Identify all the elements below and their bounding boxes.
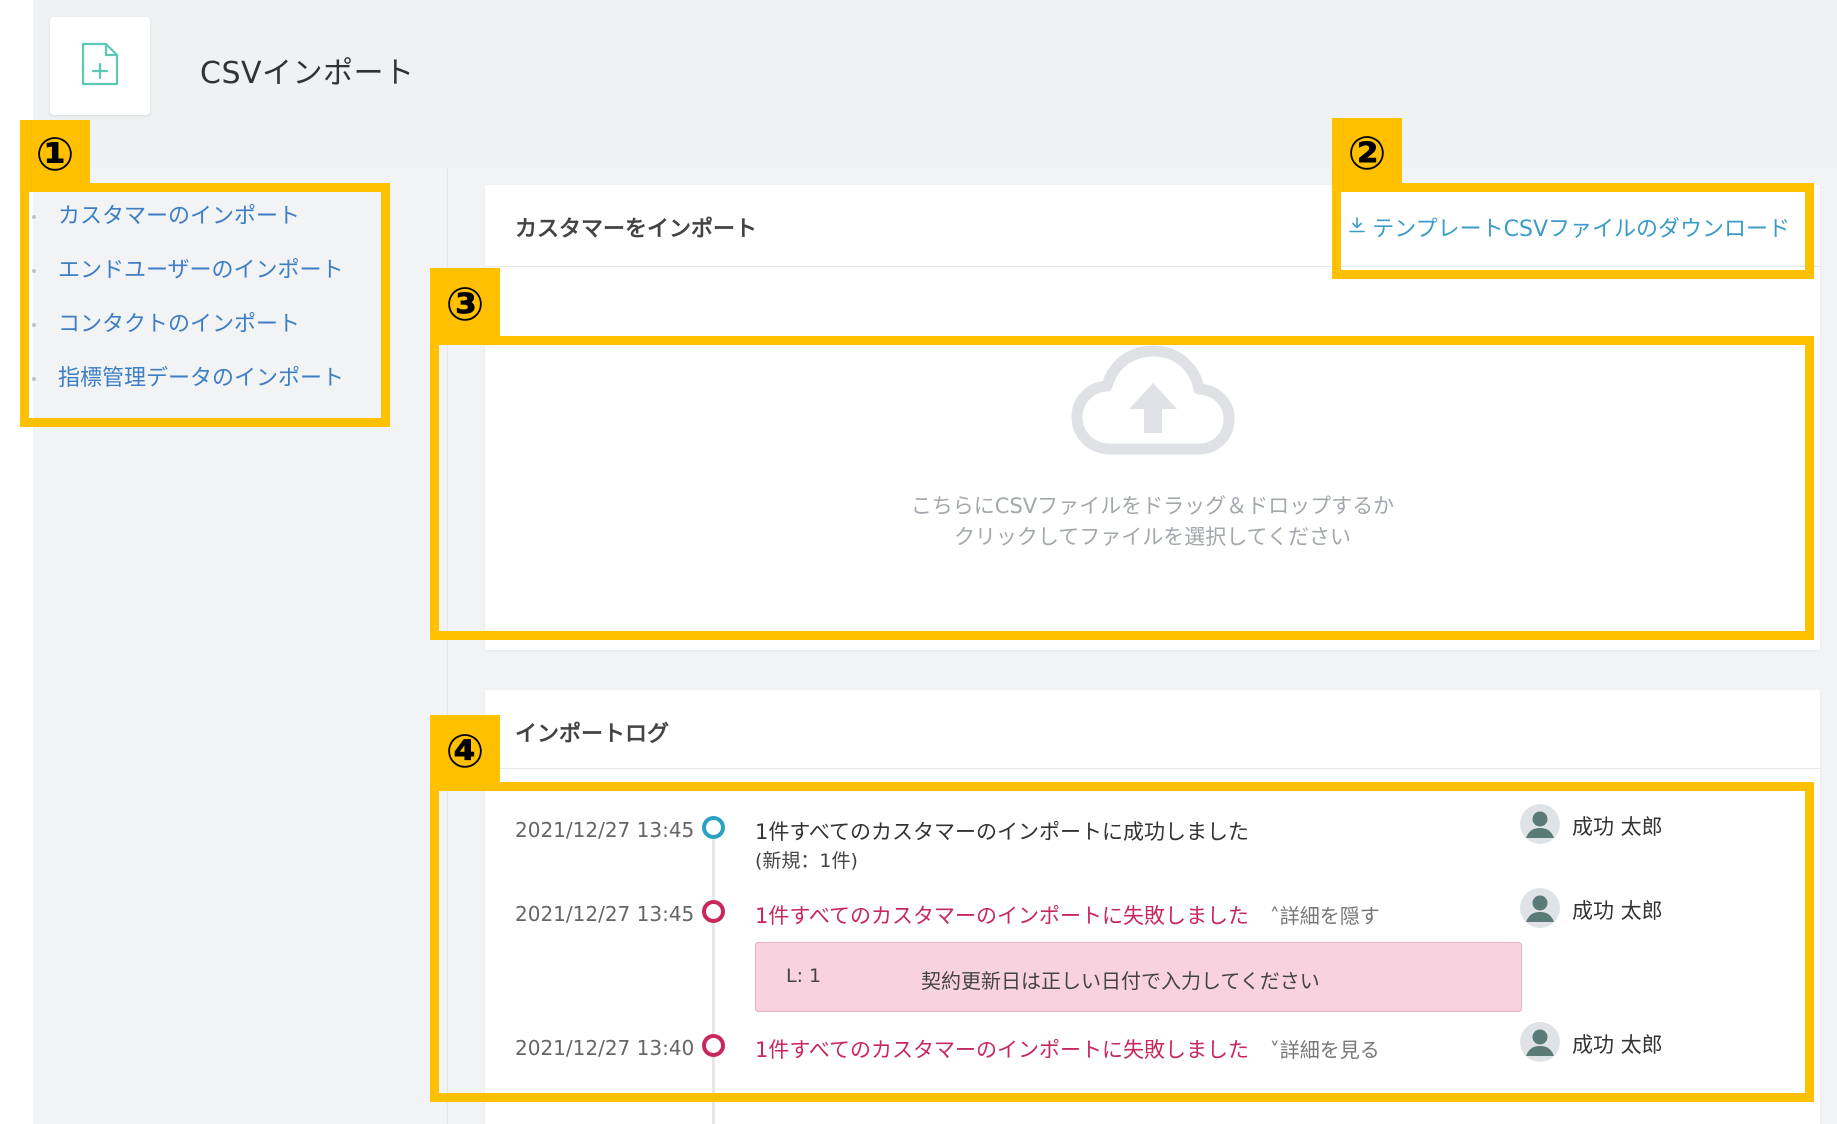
sidebar-item-metrics-import[interactable]: 指標管理データのインポート (24, 352, 384, 406)
sidebar-item-enduser-import[interactable]: エンドユーザーのインポート (24, 244, 384, 298)
cloud-upload-icon (1071, 345, 1235, 461)
timeline-line (712, 830, 715, 1124)
csv-dropzone[interactable]: こちらにCSVファイルをドラッグ＆ドロップするか クリックしてファイルを選択して… (485, 345, 1820, 635)
chevron-down-icon: ˅ (1269, 1038, 1280, 1062)
hide-details-toggle[interactable]: ˄詳細を隠す (1270, 904, 1380, 928)
annotation-label-2: ② (1332, 118, 1402, 188)
show-details-label: 詳細を見る (1279, 1038, 1380, 1062)
show-details-toggle[interactable]: ˅詳細を見る (1270, 1038, 1380, 1062)
import-log-header: インポートログ (485, 690, 1820, 769)
log-user-name: 成功 太郎 (1572, 1033, 1663, 1057)
log-user: 成功 太郎 (1520, 804, 1663, 848)
avatar (1520, 804, 1560, 848)
log-user: 成功 太郎 (1520, 1022, 1663, 1066)
log-timestamp: 2021/12/27 13:45 (515, 902, 695, 926)
log-timestamp: 2021/12/27 13:45 (515, 818, 695, 842)
chevron-up-icon: ˄ (1269, 904, 1280, 928)
avatar (1520, 888, 1560, 932)
import-log-title: インポートログ (515, 722, 670, 747)
dropzone-instructions: こちらにCSVファイルをドラッグ＆ドロップするか クリックしてファイルを選択して… (911, 491, 1394, 553)
avatar (1520, 1022, 1560, 1066)
log-message-text: 1件すべてのカスタマーのインポートに失敗しました (755, 904, 1250, 928)
app-icon-box (50, 17, 150, 115)
log-sub-info: (新規：1件) (755, 850, 858, 872)
log-user: 成功 太郎 (1520, 888, 1663, 932)
import-log-card: インポートログ 2021/12/27 13:45 1件すべてのカスタマーのインポ… (485, 690, 1820, 1124)
log-message-text: 1件すべてのカスタマーのインポートに失敗しました (755, 1038, 1250, 1062)
dropzone-line-1: こちらにCSVファイルをドラッグ＆ドロップするか (910, 494, 1395, 518)
success-status-dot (702, 816, 725, 839)
log-message: 1件すべてのカスタマーのインポートに失敗しました ˄詳細を隠す (755, 900, 1380, 930)
template-download-link[interactable]: テンプレートCSVファイルのダウンロード (1348, 211, 1790, 243)
annotation-label-1: ① (20, 120, 90, 188)
sidebar-item-contact-import[interactable]: コンタクトのインポート (24, 298, 384, 352)
import-card-title: カスタマーをインポート (515, 217, 758, 242)
page-title: CSVインポート (200, 56, 415, 91)
annotation-label-4: ④ (430, 715, 500, 787)
template-download-label: テンプレートCSVファイルのダウンロード (1372, 217, 1790, 242)
sidebar-item-customer-import[interactable]: カスタマーのインポート (24, 190, 384, 244)
import-card-header: カスタマーをインポート テンプレートCSVファイルのダウンロード (485, 185, 1820, 267)
file-add-icon (80, 41, 120, 91)
import-card: カスタマーをインポート テンプレートCSVファイルのダウンロード こちらにCSV… (485, 185, 1820, 650)
error-message: 契約更新日は正しい日付で入力してください (921, 969, 1320, 993)
fail-status-dot (702, 900, 725, 923)
error-line-number: L: 1 (786, 965, 822, 987)
log-timestamp: 2021/12/27 13:40 (515, 1036, 695, 1060)
log-user-name: 成功 太郎 (1572, 815, 1663, 839)
log-message: 1件すべてのカスタマーのインポートに失敗しました ˅詳細を見る (755, 1034, 1380, 1064)
fail-status-dot (702, 1034, 725, 1057)
hide-details-label: 詳細を隠す (1279, 904, 1380, 928)
log-message: 1件すべてのカスタマーのインポートに成功しました (755, 820, 1250, 844)
download-icon (1348, 215, 1366, 240)
error-detail-box: L: 1 契約更新日は正しい日付で入力してください (755, 942, 1522, 1012)
dropzone-line-2: クリックしてファイルを選択してください (953, 525, 1352, 549)
annotation-label-3: ③ (430, 268, 500, 340)
log-user-name: 成功 太郎 (1572, 899, 1663, 923)
sidebar-nav: カスタマーのインポート エンドユーザーのインポート コンタクトのインポート 指標… (24, 190, 384, 406)
